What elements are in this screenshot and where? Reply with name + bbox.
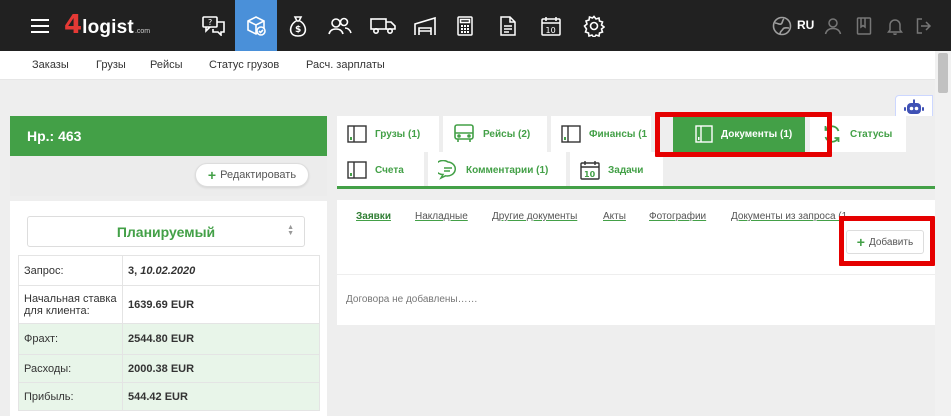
svg-text:?: ? — [208, 18, 212, 27]
top-bar: 4 logist .com ? $ 10 RU — [0, 0, 951, 51]
table-row: Фрахт: 2544.80 EUR — [18, 323, 320, 355]
subtab-acts[interactable]: Акты — [603, 211, 626, 222]
comment-icon — [438, 160, 456, 180]
document-icon[interactable] — [491, 0, 525, 51]
order-status-select[interactable]: Планируемый ▲ ▼ — [27, 216, 305, 247]
tabs-underline — [337, 186, 935, 189]
select-arrows-icon: ▲ ▼ — [287, 224, 294, 237]
truck-icon[interactable] — [364, 0, 402, 51]
subtab-request-documents[interactable]: Документы из запроса (1 — [731, 211, 847, 222]
user-icon[interactable] — [822, 0, 844, 51]
svg-text:10: 10 — [546, 26, 556, 35]
subnav-item-cargo[interactable]: Грузы — [96, 59, 126, 71]
table-row: Запрос: 3, 10.02.2020 — [18, 255, 320, 286]
tab-cargo[interactable]: Грузы (1) — [337, 116, 439, 152]
svg-text:$: $ — [295, 25, 301, 35]
subtab-other-documents[interactable]: Другие документы — [492, 211, 577, 222]
subtab-requests[interactable]: Заявки — [356, 211, 391, 222]
book-icon[interactable] — [853, 0, 875, 51]
panel-icon — [561, 125, 581, 143]
calendar-icon: 10 — [580, 161, 600, 180]
subnav-item-trips[interactable]: Рейсы — [150, 59, 183, 71]
highlight-box-add-button — [839, 216, 935, 266]
bus-icon — [454, 124, 474, 142]
scrollbar-thumb[interactable] — [938, 53, 948, 93]
page-scrollbar[interactable] — [935, 51, 951, 416]
subtab-photos[interactable]: Фотографии — [649, 211, 706, 222]
table-row: Прибыль: 544.42 EUR — [18, 382, 320, 411]
table-row: Расходы: 2000.38 EUR — [18, 354, 320, 383]
bell-icon[interactable] — [884, 0, 906, 51]
tab-finance[interactable]: Финансы (1 — [551, 116, 651, 152]
calendar-icon[interactable]: 10 — [533, 0, 569, 51]
tab-trips[interactable]: Рейсы (2) — [443, 116, 547, 152]
calculator-icon[interactable] — [448, 0, 482, 51]
globe-icon[interactable] — [770, 0, 794, 51]
plus-icon: + — [207, 167, 217, 183]
app-logo[interactable]: 4 logist .com — [64, 12, 150, 38]
highlight-box-documents-tab — [655, 112, 832, 157]
subnav-item-orders[interactable]: Заказы — [32, 59, 69, 71]
subtab-waybills[interactable]: Накладные — [415, 211, 468, 222]
cargo-icon[interactable] — [235, 0, 277, 51]
content-divider — [337, 274, 935, 275]
tab-invoices[interactable]: Счета — [337, 152, 424, 188]
order-summary-table: Запрос: 3, 10.02.2020 Начальная ставка д… — [18, 255, 320, 411]
gear-icon[interactable] — [577, 0, 611, 51]
tab-comments[interactable]: Комментарии (1) — [428, 152, 566, 188]
subnav-item-cargo-status[interactable]: Статус грузов — [209, 59, 279, 71]
subnav-item-salary[interactable]: Расч. зарплаты — [306, 59, 385, 71]
robot-icon — [904, 99, 924, 114]
panel-icon — [347, 161, 367, 179]
panel-icon — [347, 125, 367, 143]
order-number-title: Нр.: 463 — [10, 116, 327, 156]
table-row: Начальная ставка для клиента: 1639.69 EU… — [18, 285, 320, 324]
sub-navigation: Заказы Грузы Рейсы Статус грузов Расч. з… — [0, 51, 951, 80]
svg-text:10: 10 — [584, 170, 596, 179]
tab-tasks[interactable]: 10 Задачи — [570, 152, 663, 188]
logout-icon[interactable] — [914, 0, 934, 51]
language-switch[interactable]: RU — [797, 18, 814, 32]
chat-icon[interactable]: ? — [195, 0, 233, 51]
money-bag-icon[interactable]: $ — [281, 0, 315, 51]
warehouse-icon[interactable] — [407, 0, 443, 51]
empty-state-text: Договора не добавлены…… — [346, 294, 478, 305]
edit-order-button[interactable]: + Редактировать — [195, 163, 309, 187]
contacts-icon[interactable] — [322, 0, 358, 51]
menu-icon[interactable] — [22, 0, 58, 51]
